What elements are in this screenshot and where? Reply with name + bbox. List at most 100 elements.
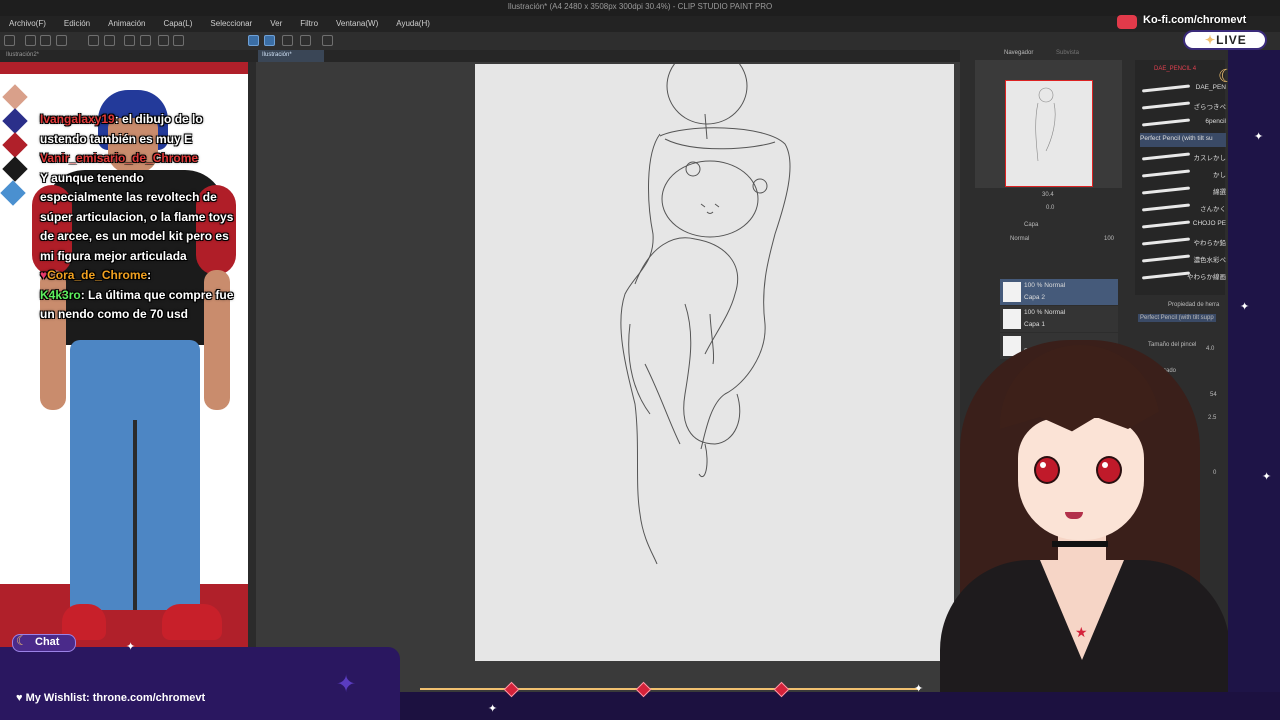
undo-icon[interactable] bbox=[88, 35, 99, 46]
brush-item[interactable]: 濃色水彩ペ bbox=[1140, 252, 1226, 266]
eye-highlight bbox=[1040, 462, 1046, 468]
vtuber-eye bbox=[1034, 456, 1060, 484]
brush-item[interactable]: やわらか線画 bbox=[1140, 269, 1226, 283]
sparkle-icon: ✦ bbox=[1205, 33, 1217, 47]
brush-item[interactable]: やわらか鉛 bbox=[1140, 235, 1226, 249]
bottom-strip bbox=[400, 692, 1280, 720]
gift-icon: ♥ bbox=[16, 692, 26, 704]
navigator-thumbnail[interactable] bbox=[1005, 80, 1093, 187]
marker-icon[interactable] bbox=[282, 35, 293, 46]
drawing-canvas[interactable] bbox=[475, 47, 954, 661]
chat-overlay: Ivangalaxy19: el dibujo de lo ustendo ta… bbox=[40, 110, 240, 325]
layer-thumbnail bbox=[1003, 282, 1021, 302]
wishlist-text: ♥ My Wishlist: throne.com/chromevt bbox=[16, 692, 206, 704]
pencil-icon[interactable] bbox=[264, 35, 275, 46]
layer-opacity[interactable]: 100 bbox=[1104, 236, 1114, 242]
command-bar bbox=[0, 32, 960, 51]
layer-row[interactable]: 100 % Normal Capa 1 bbox=[1000, 306, 1118, 332]
blend-mode-select[interactable]: Normal bbox=[1010, 236, 1029, 242]
star-icon: ✦ bbox=[126, 641, 136, 653]
thumbnail-sketch bbox=[1035, 87, 1056, 162]
brush-size-value[interactable]: 4.0 bbox=[1206, 346, 1214, 352]
menu-edit[interactable]: Edición bbox=[55, 16, 99, 32]
chat-message: especialmente las revoltech de súper art… bbox=[40, 190, 234, 263]
tool-property-title: Propiedad de herra bbox=[1168, 302, 1220, 308]
brush-size-label: Tamaño del pincel bbox=[1148, 342, 1197, 348]
menu-help[interactable]: Ayuda(H) bbox=[387, 16, 439, 32]
layer-name: Capa 2 bbox=[1024, 294, 1045, 301]
moon-icon: ☾ bbox=[16, 633, 28, 648]
open-file-icon[interactable] bbox=[40, 35, 51, 46]
layer-tab[interactable]: Capa bbox=[1024, 222, 1038, 228]
brush-item[interactable]: かし bbox=[1140, 167, 1226, 181]
menu-bar: Archivo(F) Edición Animación Capa(L) Sel… bbox=[0, 16, 1280, 32]
menu-select[interactable]: Seleccionar bbox=[201, 16, 261, 32]
tab-illustration[interactable]: Ilustración* bbox=[258, 50, 324, 62]
kofi-link: Ko-fi.com/chromevt bbox=[1143, 14, 1247, 26]
app-icon[interactable] bbox=[4, 35, 15, 46]
transform-icon[interactable] bbox=[140, 35, 151, 46]
layer-mode: 100 % Normal bbox=[1024, 282, 1066, 289]
fill-icon[interactable] bbox=[158, 35, 169, 46]
star-icon: ✦ bbox=[1262, 471, 1272, 483]
brush-item[interactable]: カスレかし bbox=[1140, 150, 1226, 164]
layer-name: Capa 1 bbox=[1024, 321, 1045, 328]
brush-item[interactable]: 綿選 bbox=[1140, 184, 1226, 198]
save-icon[interactable] bbox=[56, 35, 67, 46]
layer-thumbnail bbox=[1003, 309, 1021, 329]
chat-message: K4k3ro: La última que compre fue un nend… bbox=[40, 287, 234, 322]
model-legs-gap bbox=[133, 420, 137, 610]
menu-window[interactable]: Ventana(W) bbox=[327, 16, 387, 32]
new-file-icon[interactable] bbox=[25, 35, 36, 46]
chat-message: Ivangalaxy19: el dibujo de lo ustendo ta… bbox=[40, 112, 203, 146]
menu-filter[interactable]: Filtro bbox=[291, 16, 327, 32]
star-icon: ✦ bbox=[1240, 301, 1250, 313]
brush-item[interactable]: CHOJO PE bbox=[1140, 218, 1226, 232]
menu-animation[interactable]: Animación bbox=[99, 16, 154, 32]
star-pendant-icon: ★ bbox=[1075, 624, 1088, 640]
window-title: Ilustración* (A4 2480 x 3508px 300dpi 30… bbox=[507, 2, 773, 11]
zoom-value[interactable]: 30.4 bbox=[1042, 192, 1054, 198]
menu-layer[interactable]: Capa(L) bbox=[155, 16, 202, 32]
menu-file[interactable]: Archivo(F) bbox=[0, 16, 55, 32]
density-value[interactable]: 54 bbox=[1210, 392, 1217, 398]
layer-mode: 100 % Normal bbox=[1024, 309, 1066, 316]
chat-label: Chat bbox=[35, 636, 60, 648]
property-value[interactable]: 0 bbox=[1213, 470, 1216, 476]
chat-message: Vanir_emisario_de_Chrome bbox=[40, 151, 199, 165]
panel-border bbox=[0, 62, 248, 74]
property-value[interactable]: 2.5 bbox=[1208, 415, 1216, 421]
live-label: ✦LIVE bbox=[1205, 33, 1247, 47]
brush-header[interactable]: DAE_PENCIL 4 bbox=[1154, 66, 1196, 72]
brush-item[interactable]: 6pencil bbox=[1140, 116, 1226, 130]
star-icon: ✦ bbox=[488, 703, 498, 715]
brush-item[interactable]: ざらつきペ bbox=[1140, 99, 1226, 113]
kofi-cup-icon bbox=[1117, 15, 1137, 29]
divider-line bbox=[420, 688, 920, 690]
vtuber-eye bbox=[1096, 456, 1122, 484]
layer-row[interactable]: 100 % Normal Capa 2 bbox=[1000, 279, 1118, 305]
star-icon: ✦ bbox=[336, 671, 357, 698]
ruler-icon[interactable] bbox=[300, 35, 311, 46]
chat-message: Y aunque tenendo bbox=[40, 170, 144, 185]
starry-border bbox=[1228, 50, 1280, 692]
brush-item[interactable]: DAE_PEN bbox=[1140, 82, 1226, 96]
settings-icon[interactable] bbox=[322, 35, 333, 46]
menu-view[interactable]: Ver bbox=[261, 16, 291, 32]
sun-icon[interactable] bbox=[124, 35, 135, 46]
model-shoe bbox=[162, 604, 222, 640]
navigator-tab[interactable]: Navegador bbox=[1004, 50, 1033, 56]
subview-tab[interactable]: Subvista bbox=[1056, 50, 1079, 56]
redo-icon[interactable] bbox=[104, 35, 115, 46]
star-icon: ✦ bbox=[914, 683, 924, 695]
brush-item[interactable]: さんかく bbox=[1140, 201, 1226, 215]
crop-icon[interactable] bbox=[173, 35, 184, 46]
chat-message: ♥Cora_de_Chrome: bbox=[40, 268, 152, 282]
tab-illustration2[interactable]: Ilustración2* bbox=[2, 50, 64, 62]
brush-item-selected[interactable]: Perfect Pencil (with tilt su bbox=[1140, 133, 1226, 147]
rotation-value[interactable]: 0.0 bbox=[1046, 205, 1054, 211]
sketch-drawing bbox=[620, 47, 791, 565]
star-icon: ✦ bbox=[1254, 131, 1264, 143]
pen-icon[interactable] bbox=[248, 35, 259, 46]
document-tabs: Ilustración2* Ilustración* bbox=[0, 50, 960, 62]
